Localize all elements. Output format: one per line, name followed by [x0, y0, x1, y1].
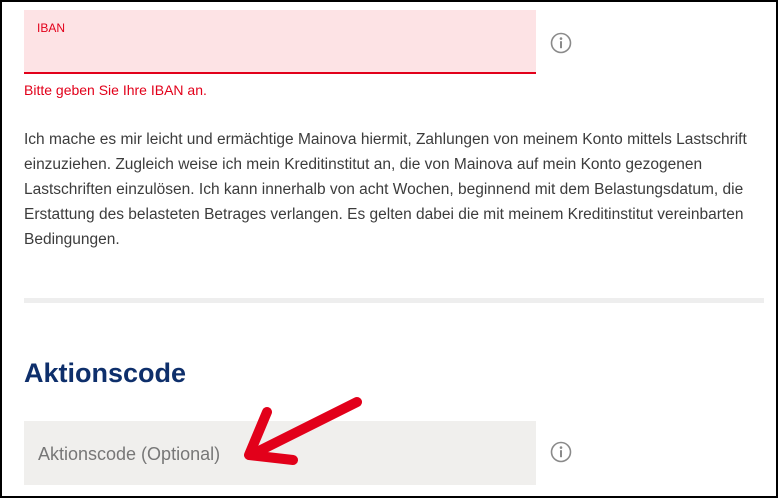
iban-error-message: Bitte geben Sie Ihre IBAN an.	[24, 82, 207, 98]
iban-input[interactable]	[36, 40, 528, 68]
arrow-icon	[244, 397, 362, 465]
iban-field[interactable]: IBAN	[24, 10, 536, 74]
section-divider	[24, 298, 764, 303]
info-icon[interactable]	[550, 441, 572, 463]
promo-code-heading: Aktionscode	[24, 358, 187, 388]
info-icon[interactable]	[550, 32, 572, 54]
form-container: IBAN Bitte geben Sie Ihre IBAN an. Ich m…	[0, 0, 778, 498]
iban-label: IBAN	[37, 21, 66, 35]
sepa-mandate-text: Ich mache es mir leicht und ermächtige M…	[24, 131, 747, 248]
